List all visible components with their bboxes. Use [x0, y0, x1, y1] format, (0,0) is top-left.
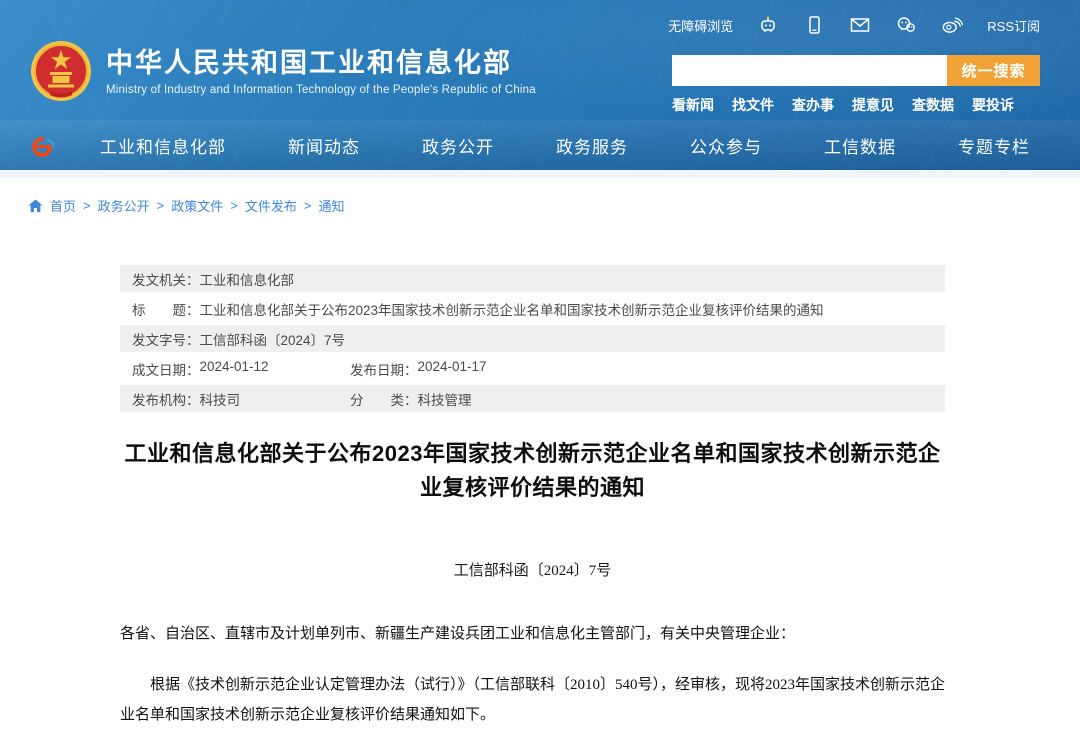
document-title: 工业和信息化部关于公布2023年国家技术创新示范企业名单和国家技术创新示范企业复… — [120, 437, 945, 505]
accessibility-link[interactable]: 无障碍浏览 — [668, 16, 733, 35]
crumb-separator: > — [83, 198, 91, 213]
meta-value: 2024-01-12 — [200, 359, 269, 379]
search-area: 统一搜索 看新闻 找文件 查办事 提意见 查数据 要投诉 — [672, 55, 1042, 115]
brand-titles: 中华人民共和国工业和信息化部 Ministry of Industry and … — [106, 47, 536, 96]
quick-link-feedback[interactable]: 提意见 — [852, 95, 894, 115]
mail-icon[interactable] — [849, 14, 871, 36]
quick-link-files[interactable]: 找文件 — [732, 95, 774, 115]
meta-value: 2024-01-17 — [418, 359, 487, 379]
crumb-policy-files[interactable]: 政策文件 — [171, 196, 223, 215]
meta-row-issuing-agency: 发文机关： 工业和信息化部 — [120, 265, 945, 292]
quick-link-complaint[interactable]: 要投诉 — [972, 95, 1014, 115]
search-input[interactable] — [672, 55, 947, 86]
meta-value: 科技管理 — [418, 389, 472, 409]
quick-links: 看新闻 找文件 查办事 提意见 查数据 要投诉 — [672, 95, 1042, 115]
meta-row-dates: 成文日期： 2024-01-12 发布日期： 2024-01-17 — [120, 355, 945, 382]
nav-item-gov-open[interactable]: 政务公开 — [422, 133, 494, 158]
breadcrumb: 首页 > 政务公开 > 政策文件 > 文件发布 > 通知 — [28, 196, 344, 215]
national-emblem-icon — [30, 40, 92, 102]
document-number: 工信部科函〔2024〕7号 — [120, 559, 945, 580]
document-paragraph: 根据《技术创新示范企业认定管理办法（试行）》（工信部联科〔2010〕540号），… — [120, 670, 945, 730]
crumb-separator: > — [230, 198, 238, 213]
crumb-file-release[interactable]: 文件发布 — [245, 196, 297, 215]
topbar: 无障碍浏览 — [668, 14, 1040, 36]
meta-row-org-category: 发布机构： 科技司 分 类： 科技管理 — [120, 385, 945, 412]
crumb-separator: > — [304, 198, 312, 213]
site-title: 中华人民共和国工业和信息化部 — [106, 47, 536, 79]
meta-value: 工业和信息化部 — [200, 269, 295, 289]
meta-label: 分 类： — [350, 389, 418, 409]
quick-link-services[interactable]: 查办事 — [792, 95, 834, 115]
meta-row-doc-number: 发文字号： 工信部科函〔2024〕7号 — [120, 325, 945, 352]
meta-label: 发文字号： — [132, 329, 200, 349]
miit-logo-icon — [26, 130, 58, 162]
meta-label: 成文日期： — [132, 359, 200, 379]
meta-label: 标 题： — [132, 299, 200, 319]
crumb-gov-open[interactable]: 政务公开 — [98, 196, 150, 215]
wechat-icon[interactable] — [895, 14, 917, 36]
home-icon[interactable] — [28, 199, 43, 213]
crumb-separator: > — [157, 198, 165, 213]
crumb-notice[interactable]: 通知 — [318, 196, 344, 215]
meta-label: 发布日期： — [350, 359, 418, 379]
meta-value: 工业和信息化部关于公布2023年国家技术创新示范企业名单和国家技术创新示范企业复… — [200, 299, 824, 319]
quick-link-data[interactable]: 查数据 — [912, 95, 954, 115]
weibo-icon[interactable] — [941, 14, 963, 36]
brand: 中华人民共和国工业和信息化部 Ministry of Industry and … — [30, 40, 536, 102]
nav-item-gov-service[interactable]: 政务服务 — [556, 133, 628, 158]
robot-assistant-icon[interactable] — [757, 14, 779, 36]
meta-value: 工信部科函〔2024〕7号 — [200, 329, 346, 349]
nav-items: 工业和信息化部 新闻动态 政务公开 政务服务 公众参与 工信数据 专题专栏 — [100, 133, 1030, 158]
mobile-icon[interactable] — [803, 14, 825, 36]
nav-item-news[interactable]: 新闻动态 — [288, 133, 360, 158]
page: 无障碍浏览 — [0, 0, 1080, 742]
nav-item-data[interactable]: 工信数据 — [824, 133, 896, 158]
meta-label: 发文机关： — [132, 269, 200, 289]
site-header: 无障碍浏览 — [0, 0, 1080, 170]
document-salutation: 各省、自治区、直辖市及计划单列市、新疆生产建设兵团工业和信息化主管部门，有关中央… — [120, 622, 945, 646]
meta-label: 发布机构： — [132, 389, 200, 409]
crumb-home[interactable]: 首页 — [50, 196, 76, 215]
meta-row-title: 标 题： 工业和信息化部关于公布2023年国家技术创新示范企业名单和国家技术创新… — [120, 295, 945, 322]
quick-link-news[interactable]: 看新闻 — [672, 95, 714, 115]
nav-item-miit[interactable]: 工业和信息化部 — [100, 133, 226, 158]
header-divider-strip — [0, 170, 1080, 178]
document-content: 发文机关： 工业和信息化部 标 题： 工业和信息化部关于公布2023年国家技术创… — [120, 265, 945, 730]
rss-link[interactable]: RSS订阅 — [987, 16, 1040, 35]
unified-search-button[interactable]: 统一搜索 — [947, 55, 1040, 86]
main-nav: 工业和信息化部 新闻动态 政务公开 政务服务 公众参与 工信数据 专题专栏 — [0, 120, 1080, 170]
document-meta-table: 发文机关： 工业和信息化部 标 题： 工业和信息化部关于公布2023年国家技术创… — [120, 265, 945, 412]
meta-value: 科技司 — [200, 389, 241, 409]
nav-item-participation[interactable]: 公众参与 — [690, 133, 762, 158]
nav-item-topics[interactable]: 专题专栏 — [958, 133, 1030, 158]
site-subtitle: Ministry of Industry and Information Tec… — [106, 84, 536, 96]
